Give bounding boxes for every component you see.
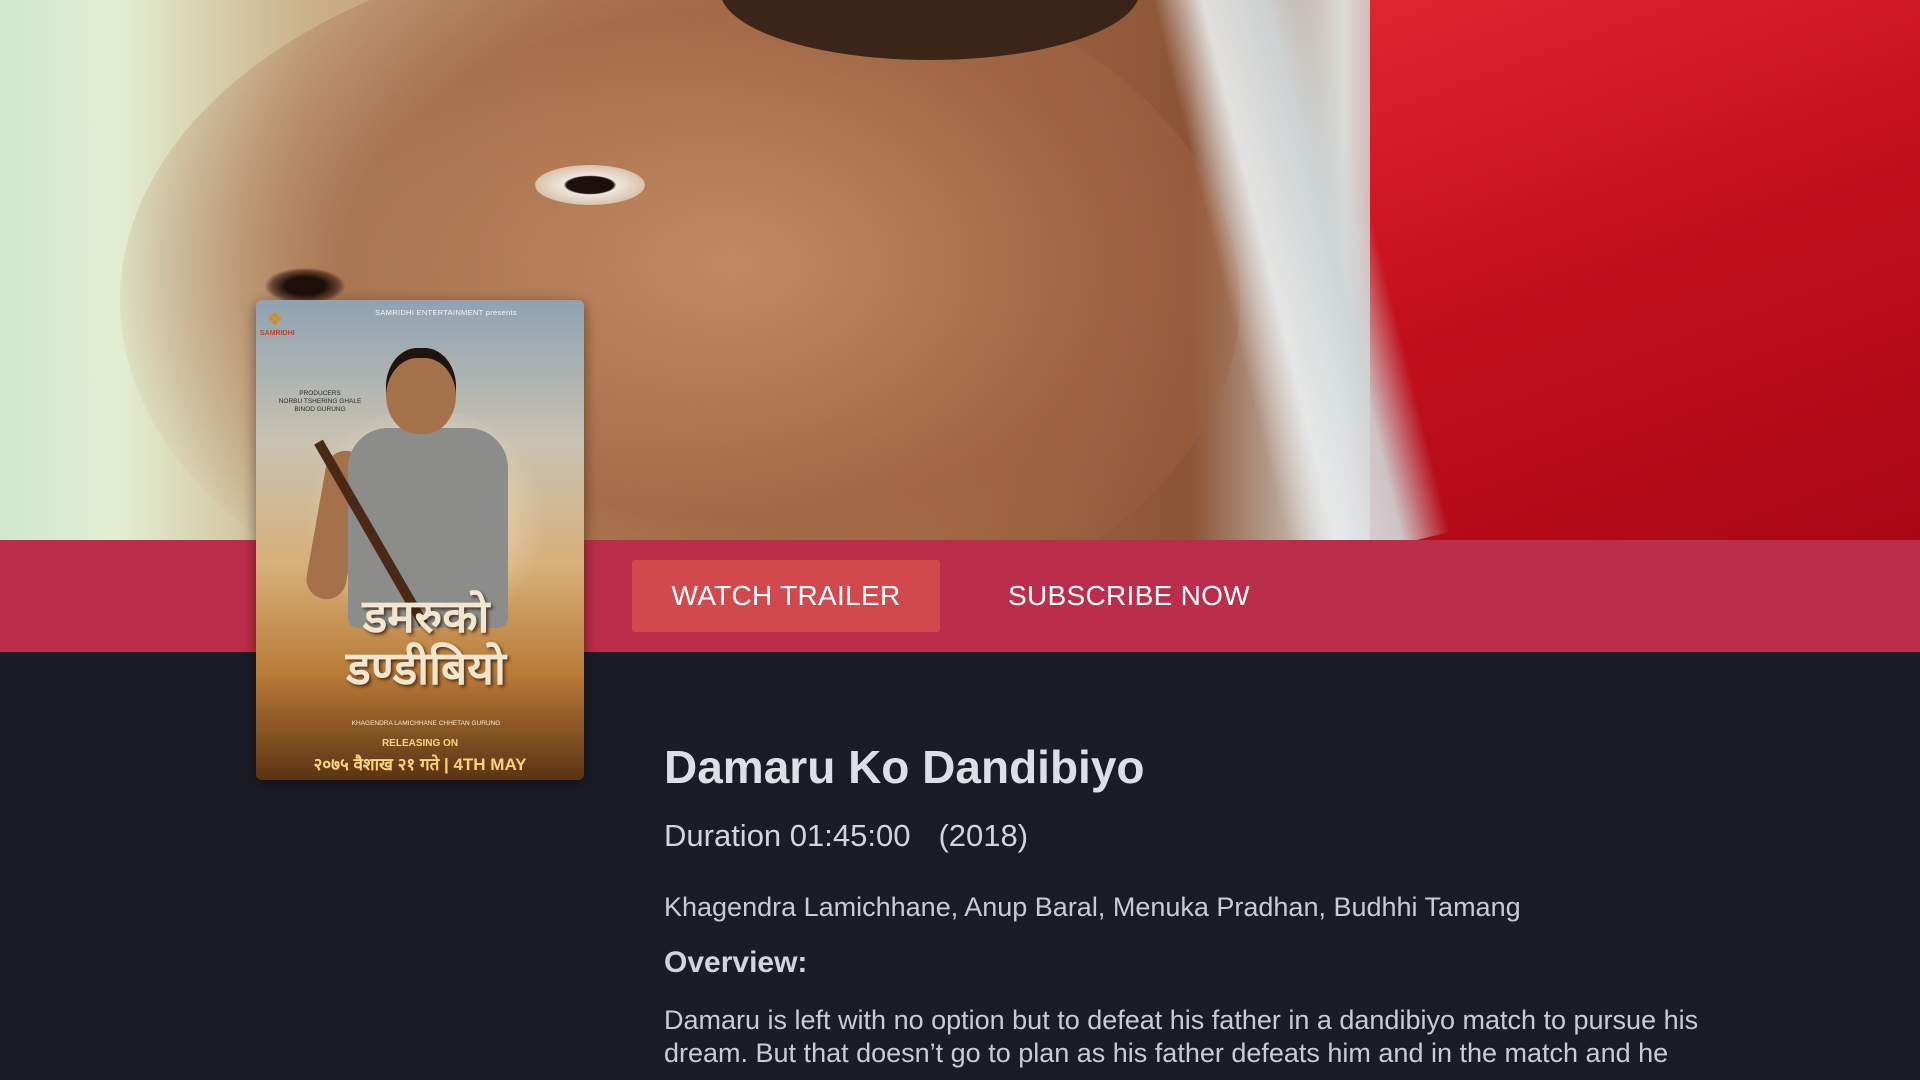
poster-release-date: २०७५ वैशाख २१ गते | 4TH MAY	[313, 755, 527, 774]
movie-poster: ❖ SAMRIDHI SAMRIDHI ENTERTAINMENT presen…	[256, 300, 584, 780]
poster-credits: KHAGENDRA LAMICHHANE CHHETAN GURUNG	[351, 720, 501, 727]
poster-title: डमरुको डण्डीबियो	[346, 589, 506, 695]
movie-meta: Duration 01:45:00 (2018)	[664, 818, 1028, 854]
movie-cast: Khagendra Lamichhane, Anup Baral, Menuka…	[664, 892, 1521, 922]
poster-producers-label: PRODUCERS	[299, 390, 341, 397]
movie-duration: Duration 01:45:00	[664, 818, 911, 853]
poster-brand-label: SAMRIDHI	[260, 330, 295, 337]
poster-producers-names: NORBU TSHERING GHALE BINOD GURUNG	[278, 398, 362, 413]
backdrop-eye-secondary	[265, 268, 345, 304]
poster-releasing-label: RELEASING ON	[381, 738, 459, 749]
subscribe-now-button[interactable]: SUBSCRIBE NOW	[996, 560, 1262, 632]
movie-detail-page: WATCH TRAILER SUBSCRIBE NOW ❖ SAMRIDHI S…	[0, 0, 1920, 1080]
samridhi-logo-icon: ❖	[266, 309, 284, 329]
movie-year: (2018)	[938, 818, 1029, 853]
backdrop-eye	[535, 165, 645, 205]
overview-text: Damaru is left with no option but to def…	[664, 1005, 1699, 1068]
watch-trailer-button[interactable]: WATCH TRAILER	[632, 560, 940, 632]
poster-presents-text: SAMRIDHI ENTERTAINMENT presents	[375, 308, 517, 317]
overview-heading: Overview:	[664, 946, 808, 979]
movie-title: Damaru Ko Dandibiyo	[664, 741, 1145, 793]
poster-figure-head	[386, 348, 456, 434]
backdrop-shirt	[1370, 0, 1920, 540]
poster-producers: PRODUCERS NORBU TSHERING GHALE BINOD GUR…	[270, 390, 370, 414]
